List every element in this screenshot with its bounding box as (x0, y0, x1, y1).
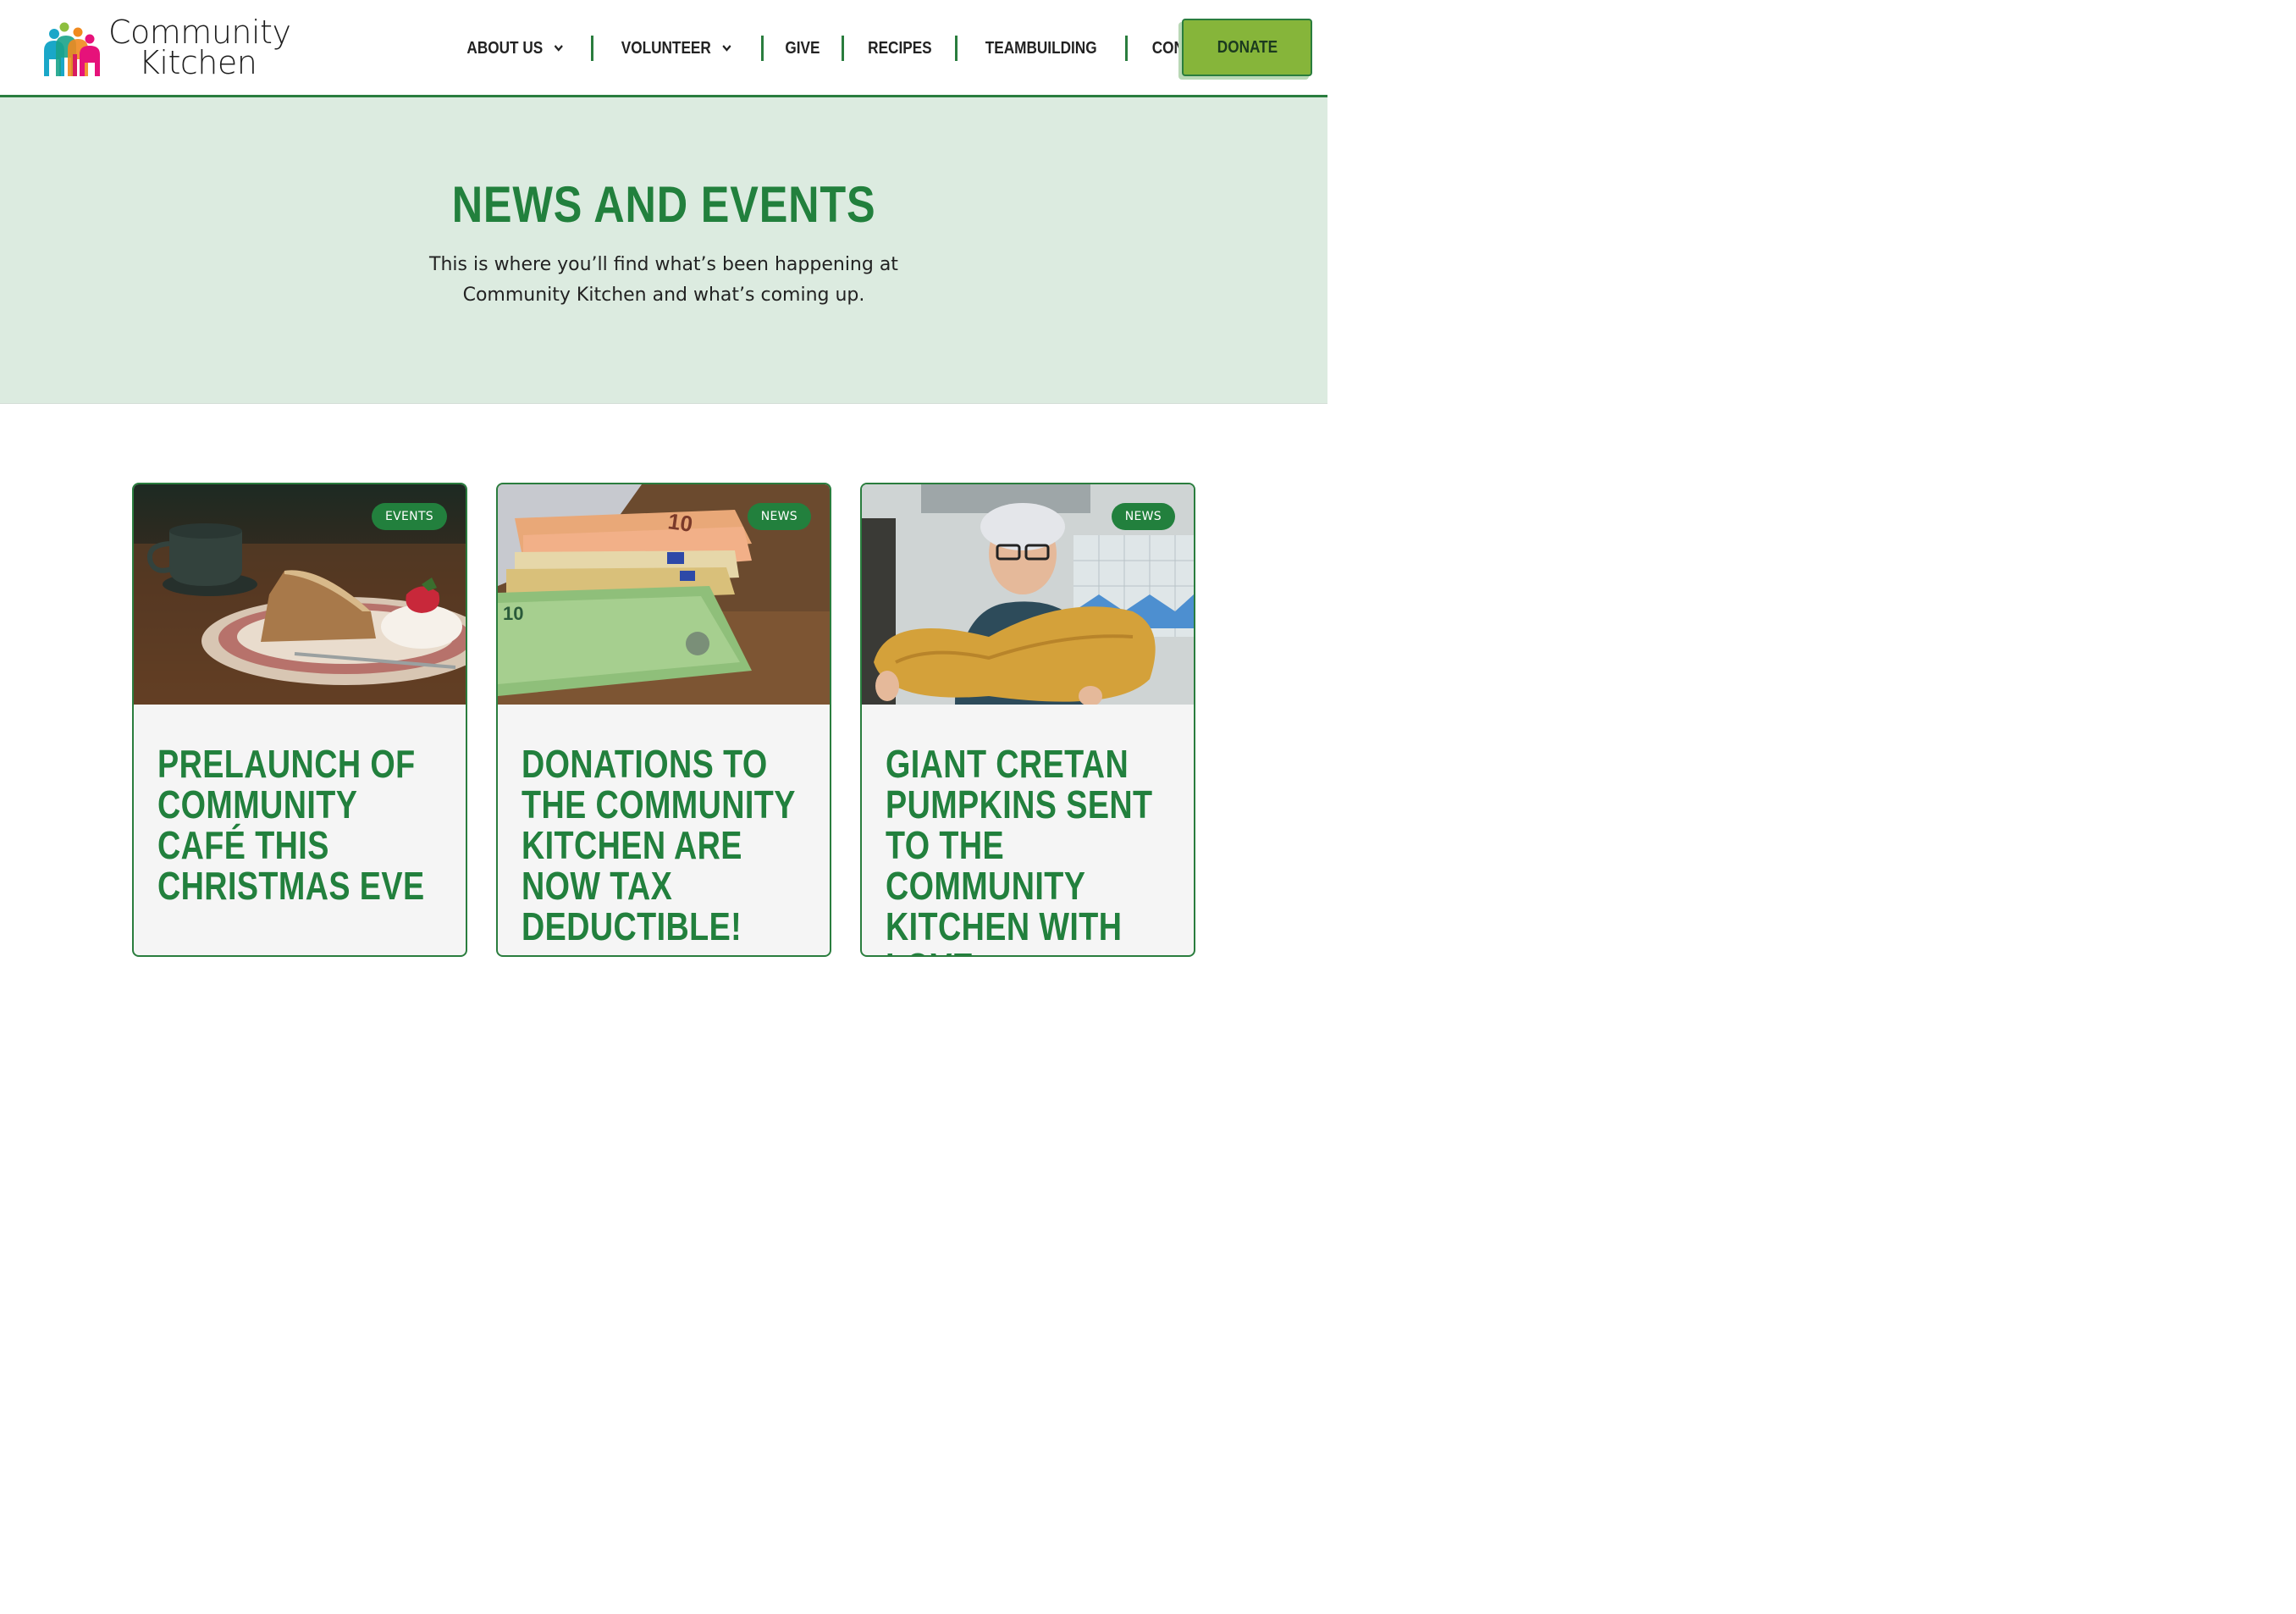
nav-divider (841, 36, 844, 61)
news-card[interactable]: 10 10 NEWS DONATIONS TO THE COMMUNITY KI… (496, 483, 831, 957)
nav-divider (591, 36, 594, 61)
card-title[interactable]: PRELAUNCH OF COMMUNITY CAFÉ THIS CHRISTM… (157, 743, 449, 906)
page-title-text: NEWS AND EVENTS (451, 176, 876, 233)
nav-label: RECIPES (867, 38, 932, 58)
nav-divider (760, 36, 764, 61)
nav-item-recipes[interactable]: RECIPES (856, 32, 943, 64)
chevron-down-icon (723, 45, 732, 52)
page-subtitle: This is where you’ll find what’s been ha… (429, 254, 898, 306)
card-title[interactable]: DONATIONS TO THE COMMUNITY KITCHEN ARE N… (522, 743, 813, 947)
nav-divider (1124, 36, 1128, 61)
nav-item-about-us[interactable]: ABOUT US (455, 32, 577, 64)
card-image-money[interactable]: 10 10 NEWS (498, 484, 830, 705)
logo-wordmark: Community Kitchen (108, 14, 291, 81)
nav-label: TEAMBUILDING (985, 38, 1098, 58)
hero-section: NEWS AND EVENTS This is where you’ll fin… (0, 97, 1327, 404)
news-card[interactable]: EVENTS PRELAUNCH OF COMMUNITY CAFÉ THIS … (132, 483, 467, 957)
main-nav: ABOUT US VOLUNTEER GIVE RECIPES TEAMBUIL… (445, 32, 1241, 64)
category-badge[interactable]: EVENTS (372, 503, 447, 530)
card-title[interactable]: GIANT CRETAN PUMPKINS SENT TO THE COMMUN… (886, 743, 1177, 955)
svg-text:10: 10 (666, 508, 694, 537)
nav-divider (955, 36, 958, 61)
logo-mark-icon (44, 22, 100, 76)
card-image-pumpkin[interactable]: NEWS (862, 484, 1194, 705)
news-card[interactable]: NEWS GIANT CRETAN PUMPKINS SENT TO THE C… (860, 483, 1195, 957)
logo-line-1: Community (108, 14, 291, 51)
page-title: NEWS AND EVENTS (0, 175, 1327, 234)
logo-line-2: Kitchen (139, 44, 257, 81)
nav-item-teambuilding[interactable]: TEAMBUILDING (974, 32, 1108, 64)
site-logo[interactable]: Community Kitchen (42, 14, 291, 81)
nav-item-volunteer[interactable]: VOLUNTEER (610, 32, 744, 64)
card-image-cake[interactable]: EVENTS (134, 484, 466, 705)
site-header: Community Kitchen ABOUT US VOLUNTEER GIV… (0, 0, 1327, 97)
svg-text:10: 10 (503, 603, 523, 624)
donate-label: DONATE (1217, 37, 1278, 57)
nav-label: VOLUNTEER (621, 38, 712, 58)
donate-button[interactable]: DONATE (1182, 19, 1312, 76)
nav-item-give[interactable]: GIVE (773, 32, 831, 64)
category-badge[interactable]: NEWS (1111, 503, 1175, 530)
category-badge[interactable]: NEWS (747, 503, 811, 530)
nav-label: ABOUT US (466, 38, 544, 58)
nav-label: GIVE (785, 38, 820, 58)
chevron-down-icon (555, 45, 564, 52)
